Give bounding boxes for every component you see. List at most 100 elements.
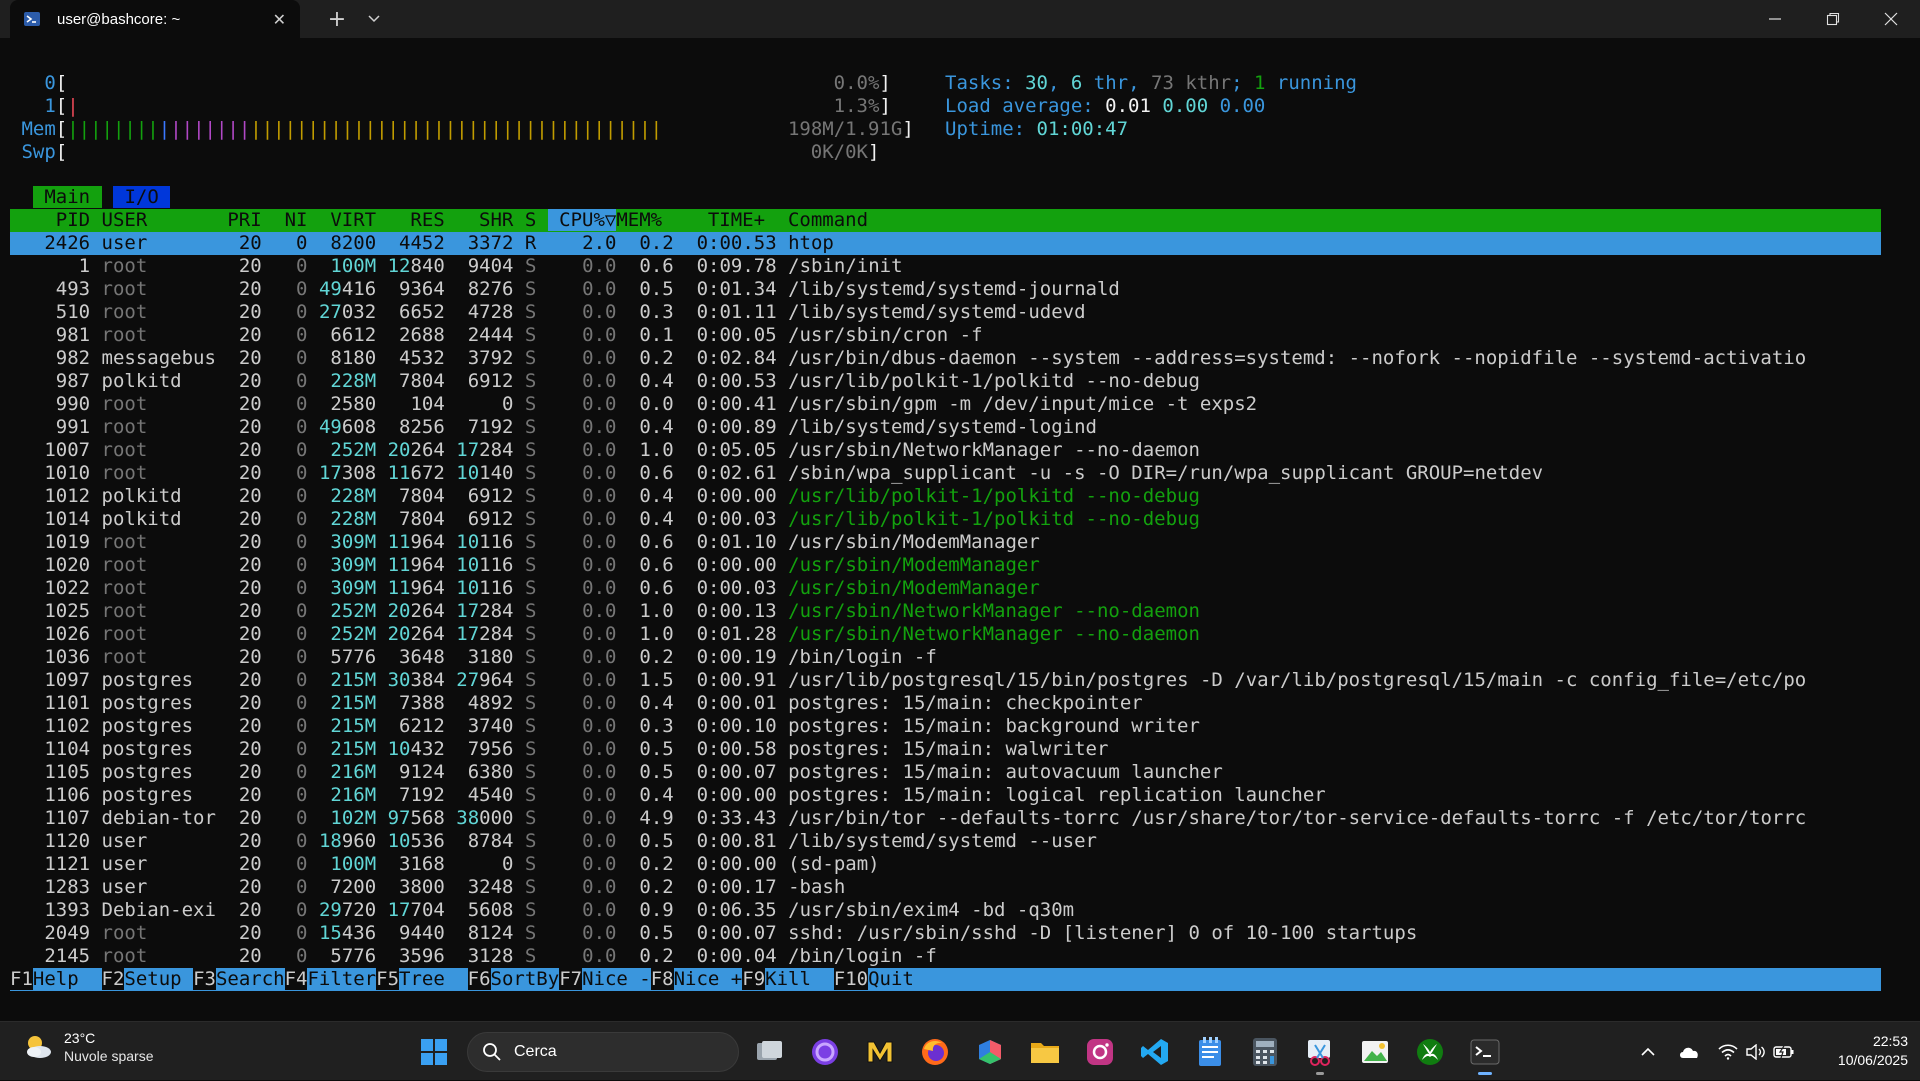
- col-pid-header[interactable]: PID: [10, 209, 102, 231]
- task-view-button[interactable]: [750, 1032, 790, 1072]
- process-row[interactable]: 1393 Debian-exi 20 0 29720 17704 5608 S …: [10, 899, 1074, 922]
- minimize-button[interactable]: [1746, 0, 1804, 38]
- copilot-button[interactable]: [805, 1032, 845, 1072]
- col-time-header[interactable]: TIME+: [674, 209, 788, 231]
- tab-close-icon[interactable]: ✕: [273, 10, 286, 29]
- process-row[interactable]: 990 root 20 0 2580 104 0 S 0.0 0.0 0:00.…: [10, 393, 1257, 416]
- process-row[interactable]: 981 root 20 0 6612 2688 2444 S 0.0 0.1 0…: [10, 324, 983, 347]
- process-row[interactable]: 1010 root 20 0 17308 11672 10140 S 0.0 0…: [10, 462, 1543, 485]
- fkey-f5-label[interactable]: Tree: [399, 968, 468, 990]
- fkey-f3[interactable]: F3: [193, 968, 216, 990]
- maximize-button[interactable]: [1804, 0, 1862, 38]
- start-button[interactable]: [414, 1032, 454, 1072]
- fkey-f9-label[interactable]: Kill: [765, 968, 834, 990]
- process-row[interactable]: 1283 user 20 0 7200 3800 3248 S 0.0 0.2 …: [10, 876, 845, 899]
- col-cpu-header[interactable]: CPU%▽: [547, 209, 617, 231]
- process-row[interactable]: 1007 root 20 0 252M 20264 17284 S 0.0 1.…: [10, 439, 1200, 462]
- fkey-f10-label[interactable]: Quit: [868, 968, 914, 990]
- process-row[interactable]: 493 root 20 0 49416 9364 8276 S 0.0 0.5 …: [10, 278, 1120, 301]
- fkey-f2[interactable]: F2: [101, 968, 125, 990]
- process-row[interactable]: 1014 polkitd 20 0 228M 7804 6912 S 0.0 0…: [10, 508, 1200, 531]
- col-command-header[interactable]: Command: [788, 209, 868, 231]
- process-row[interactable]: 982 messagebus 20 0 8180 4532 3792 S 0.0…: [10, 347, 1806, 370]
- terminal-tab[interactable]: user@bashcore: ~ ✕: [10, 0, 300, 38]
- fkey-f1-label[interactable]: Help: [32, 968, 102, 990]
- fkey-f5[interactable]: F5: [376, 968, 400, 990]
- close-button[interactable]: [1862, 0, 1920, 38]
- terminal-button[interactable]: [1465, 1032, 1505, 1075]
- process-row[interactable]: 1107 debian-tor 20 0 102M 97568 38000 S …: [10, 807, 1806, 830]
- search-box[interactable]: Cerca: [467, 1032, 739, 1072]
- process-row[interactable]: 991 root 20 0 49608 8256 7192 S 0.0 0.4 …: [10, 416, 1097, 439]
- tab-dropdown-button[interactable]: [360, 0, 388, 38]
- shr-cell: 6380: [456, 761, 514, 783]
- notepad-button[interactable]: [1190, 1032, 1230, 1072]
- calculator-button[interactable]: [1245, 1032, 1285, 1072]
- fkey-f10[interactable]: F10: [833, 968, 869, 990]
- system-clock[interactable]: 22:53 10/06/2025: [1808, 1032, 1908, 1070]
- fkey-f2-label[interactable]: Setup: [124, 968, 194, 990]
- office-button[interactable]: [970, 1032, 1010, 1072]
- fkey-f6[interactable]: F6: [467, 968, 491, 990]
- fkey-f1[interactable]: F1: [10, 968, 33, 990]
- process-row[interactable]: 1 root 20 0 100M 12840 9404 S 0.0 0.6 0:…: [10, 255, 903, 278]
- xbox-button[interactable]: [1410, 1032, 1450, 1072]
- terminal-area[interactable]: 0[ 0.0%] 1[| 1.3%] Mem[|||||||||||||||||…: [0, 38, 1920, 1021]
- process-row[interactable]: 1025 root 20 0 252M 20264 17284 S 0.0 1.…: [10, 600, 1200, 623]
- process-row[interactable]: 1121 user 20 0 100M 3168 0 S 0.0 0.2 0:0…: [10, 853, 879, 876]
- weather-widget[interactable]: 23°C Nuvole sparse: [22, 1030, 154, 1064]
- col-virt-header[interactable]: VIRT: [319, 209, 388, 231]
- process-row[interactable]: 1097 postgres 20 0 215M 30384 27964 S 0.…: [10, 669, 1806, 692]
- col-shr-header[interactable]: SHR: [456, 209, 525, 231]
- volume-button[interactable]: [1742, 1022, 1770, 1081]
- process-row[interactable]: 2049 root 20 0 15436 9440 8124 S 0.0 0.5…: [10, 922, 1417, 945]
- tab-main[interactable]: Main: [32, 186, 102, 208]
- col-state-header[interactable]: S: [525, 209, 548, 231]
- tab-io[interactable]: I/O: [113, 186, 171, 208]
- new-tab-button[interactable]: +: [322, 0, 352, 38]
- process-row[interactable]: 1020 root 20 0 309M 11964 10116 S 0.0 0.…: [10, 554, 1040, 577]
- fkey-f6-label[interactable]: SortBy: [490, 968, 560, 990]
- paint-button[interactable]: [1355, 1032, 1395, 1072]
- process-row[interactable]: 2145 root 20 0 5776 3596 3128 S 0.0 0.2 …: [10, 945, 937, 968]
- mail-button[interactable]: [860, 1032, 900, 1072]
- fkey-f7[interactable]: F7: [559, 968, 583, 990]
- onedrive-button[interactable]: [1674, 1022, 1704, 1081]
- process-row[interactable]: 1106 postgres 20 0 216M 7192 4540 S 0.0 …: [10, 784, 1325, 807]
- col-ni-header[interactable]: NI: [273, 209, 319, 231]
- process-row[interactable]: 1036 root 20 0 5776 3648 3180 S 0.0 0.2 …: [10, 646, 937, 669]
- process-row[interactable]: 987 polkitd 20 0 228M 7804 6912 S 0.0 0.…: [10, 370, 1200, 393]
- fkey-f4[interactable]: F4: [284, 968, 308, 990]
- shr-cell: 10116: [456, 577, 514, 599]
- process-row[interactable]: 1105 postgres 20 0 216M 9124 6380 S 0.0 …: [10, 761, 1222, 784]
- fkey-f7-label[interactable]: Nice -: [582, 968, 651, 990]
- process-row[interactable]: 1120 user 20 0 18960 10536 8784 S 0.0 0.…: [10, 830, 1097, 853]
- wifi-button[interactable]: [1714, 1022, 1742, 1081]
- process-row[interactable]: 1102 postgres 20 0 215M 6212 3740 S 0.0 …: [10, 715, 1200, 738]
- snipping-tool-button[interactable]: [1300, 1032, 1340, 1075]
- show-hidden-icons-button[interactable]: [1634, 1022, 1662, 1081]
- vscode-button[interactable]: [1135, 1032, 1175, 1072]
- process-row[interactable]: 1101 postgres 20 0 215M 7388 4892 S 0.0 …: [10, 692, 1142, 715]
- process-row[interactable]: 1012 polkitd 20 0 228M 7804 6912 S 0.0 0…: [10, 485, 1200, 508]
- process-row[interactable]: 1104 postgres 20 0 215M 10432 7956 S 0.0…: [10, 738, 1108, 761]
- col-user-header[interactable]: USER: [102, 209, 228, 231]
- fkey-f9[interactable]: F9: [742, 968, 766, 990]
- instagram-button[interactable]: [1080, 1032, 1120, 1072]
- fkey-f4-label[interactable]: Filter: [307, 968, 377, 990]
- process-row[interactable]: 1026 root 20 0 252M 20264 17284 S 0.0 1.…: [10, 623, 1200, 646]
- fkey-f8[interactable]: F8: [650, 968, 674, 990]
- user-cell: root: [101, 255, 216, 277]
- file-explorer-button[interactable]: [1025, 1032, 1065, 1072]
- process-row[interactable]: 1019 root 20 0 309M 11964 10116 S 0.0 0.…: [10, 531, 1040, 554]
- col-pri-header[interactable]: PRI: [227, 209, 273, 231]
- firefox-button[interactable]: [915, 1032, 955, 1072]
- process-row[interactable]: 1022 root 20 0 309M 11964 10116 S 0.0 0.…: [10, 577, 1040, 600]
- battery-button[interactable]: [1770, 1022, 1798, 1081]
- fkey-f8-label[interactable]: Nice +: [673, 968, 743, 990]
- process-row[interactable]: 510 root 20 0 27032 6652 4728 S 0.0 0.3 …: [10, 301, 1086, 324]
- col-mem-header[interactable]: MEM%: [616, 209, 673, 231]
- fkey-f3-label[interactable]: Search: [215, 968, 285, 990]
- col-res-header[interactable]: RES: [388, 209, 457, 231]
- process-row[interactable]: 2426 user 20 0 8200 4452 3372 R 2.0 0.2 …: [10, 232, 1881, 255]
